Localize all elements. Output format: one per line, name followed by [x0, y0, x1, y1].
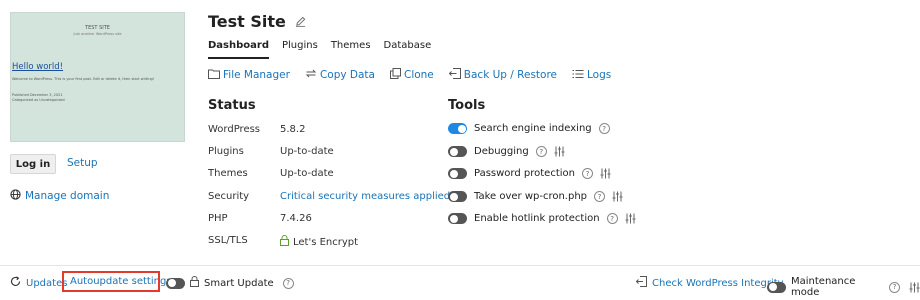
status-row-plugins: Plugins Up-to-date [208, 146, 334, 157]
status-row-themes: Themes Up-to-date [208, 168, 334, 179]
tool-label: Debugging [474, 146, 529, 157]
tab-dashboard[interactable]: Dashboard [208, 40, 269, 59]
file-manager-label: File Manager [223, 69, 290, 81]
tools-heading: Tools [448, 98, 486, 113]
status-value: 7.4.26 [280, 213, 312, 224]
site-toolbar: File Manager Copy Data Clone Back Up / R… [208, 68, 611, 82]
tool-label: Take over wp-cron.php [474, 191, 588, 202]
smart-update-toggle[interactable] [166, 277, 185, 289]
maintenance-mode-toggle[interactable] [767, 281, 786, 293]
preview-site-tagline: Just another WordPress site [73, 32, 122, 36]
tool-wp-cron: Take over wp-cron.php ? [448, 191, 623, 202]
log-in-button[interactable]: Log in [10, 154, 56, 174]
lock-icon [280, 235, 289, 249]
tab-plugins[interactable]: Plugins [282, 40, 318, 59]
logs-label: Logs [587, 69, 612, 81]
status-value: 5.8.2 [280, 124, 306, 135]
tab-themes[interactable]: Themes [331, 40, 371, 59]
status-key: SSL/TLS [208, 235, 248, 246]
status-value: Up-to-date [280, 146, 334, 157]
wp-cron-toggle[interactable] [448, 191, 467, 202]
status-key: WordPress [208, 124, 261, 135]
help-icon[interactable]: ? [535, 146, 547, 157]
check-integrity-label: Check WordPress Integrity [652, 277, 784, 289]
tool-password-protection: Password protection ? [448, 168, 611, 179]
backup-restore-label: Back Up / Restore [463, 69, 558, 81]
hotlink-protection-toggle[interactable] [448, 213, 467, 224]
list-icon [572, 69, 584, 82]
help-icon[interactable]: ? [581, 168, 593, 179]
refresh-icon [10, 276, 21, 290]
preview-post-text: Welcome to WordPress. This is your first… [12, 77, 155, 81]
manage-domain-label: Manage domain [25, 190, 110, 202]
help-icon[interactable]: ? [889, 281, 900, 293]
help-icon[interactable]: ? [606, 213, 618, 224]
settings-sliders-icon[interactable] [600, 168, 611, 179]
tool-search-engine-indexing: Search engine indexing ? [448, 123, 610, 134]
tool-label: Enable hotlink protection [474, 213, 600, 224]
check-integrity-link[interactable]: Check WordPress Integrity [635, 276, 784, 290]
updates-link[interactable]: Updates [10, 276, 67, 290]
help-icon[interactable]: ? [598, 123, 610, 134]
status-row-security: Security Critical security measures appl… [208, 191, 450, 202]
check-integrity-icon [635, 276, 647, 290]
tool-label: Search engine indexing [474, 123, 592, 134]
clone-label: Clone [403, 69, 434, 81]
tab-bar: Dashboard Plugins Themes Database [208, 40, 431, 59]
settings-sliders-icon[interactable] [612, 191, 623, 202]
file-manager-button[interactable]: File Manager [208, 68, 290, 82]
globe-icon [10, 189, 21, 203]
edit-pencil-icon[interactable] [295, 12, 306, 31]
status-key: PHP [208, 213, 228, 224]
debugging-toggle[interactable] [448, 146, 467, 157]
preview-site-title: TEST SITE [85, 25, 110, 31]
settings-sliders-icon[interactable] [909, 282, 920, 293]
password-protection-toggle[interactable] [448, 168, 467, 179]
status-value: Up-to-date [280, 168, 334, 179]
footer-divider [0, 265, 920, 266]
help-icon[interactable]: ? [282, 277, 294, 289]
smart-update-label: Smart Update [204, 277, 274, 289]
maintenance-mode-control: Maintenance mode ? [767, 276, 920, 298]
settings-sliders-icon[interactable] [625, 213, 636, 224]
backup-icon [448, 68, 461, 82]
status-key: Security [208, 191, 250, 202]
tool-hotlink-protection: Enable hotlink protection ? [448, 213, 636, 224]
tab-database[interactable]: Database [384, 40, 432, 59]
copy-data-label: Copy Data [319, 69, 375, 81]
security-status-link[interactable]: Critical security measures applied [280, 191, 450, 202]
sync-icon [305, 68, 317, 82]
maintenance-mode-label: Maintenance mode [791, 276, 856, 298]
backup-restore-button[interactable]: Back Up / Restore [448, 68, 558, 82]
lock-icon [190, 276, 199, 290]
logs-button[interactable]: Logs [572, 68, 611, 82]
tool-label: Password protection [474, 168, 575, 179]
settings-sliders-icon[interactable] [554, 146, 565, 157]
clone-button[interactable]: Clone [389, 68, 434, 82]
site-title: Test Site [208, 12, 286, 31]
status-row-wordpress: WordPress 5.8.2 [208, 124, 305, 135]
status-heading: Status [208, 98, 256, 113]
preview-post-meta: Published December 3, 2021 [12, 93, 63, 97]
status-key: Themes [208, 168, 248, 179]
preview-post-title: Hello world! [12, 62, 64, 72]
page-title: Test Site [208, 12, 306, 31]
setup-link[interactable]: Setup [67, 157, 98, 169]
site-preview[interactable]: TEST SITE Just another WordPress site He… [10, 12, 185, 142]
ssl-label: Let's Encrypt [293, 236, 359, 248]
folder-icon [208, 69, 220, 82]
smart-update-control: Smart Update ? [166, 276, 294, 290]
status-row-ssl: SSL/TLS Let's Encrypt [208, 235, 358, 249]
clone-icon [389, 68, 401, 82]
preview-post-category: Categorized as Uncategorized [12, 98, 65, 102]
search-indexing-toggle[interactable] [448, 123, 467, 134]
highlight-box [62, 271, 160, 292]
ssl-status: Let's Encrypt [280, 235, 358, 249]
status-key: Plugins [208, 146, 244, 157]
help-icon[interactable]: ? [594, 191, 606, 202]
tool-debugging: Debugging ? [448, 146, 565, 157]
status-row-php: PHP 7.4.26 [208, 213, 312, 224]
manage-domain-link[interactable]: Manage domain [10, 189, 109, 203]
copy-data-button[interactable]: Copy Data [305, 68, 375, 82]
